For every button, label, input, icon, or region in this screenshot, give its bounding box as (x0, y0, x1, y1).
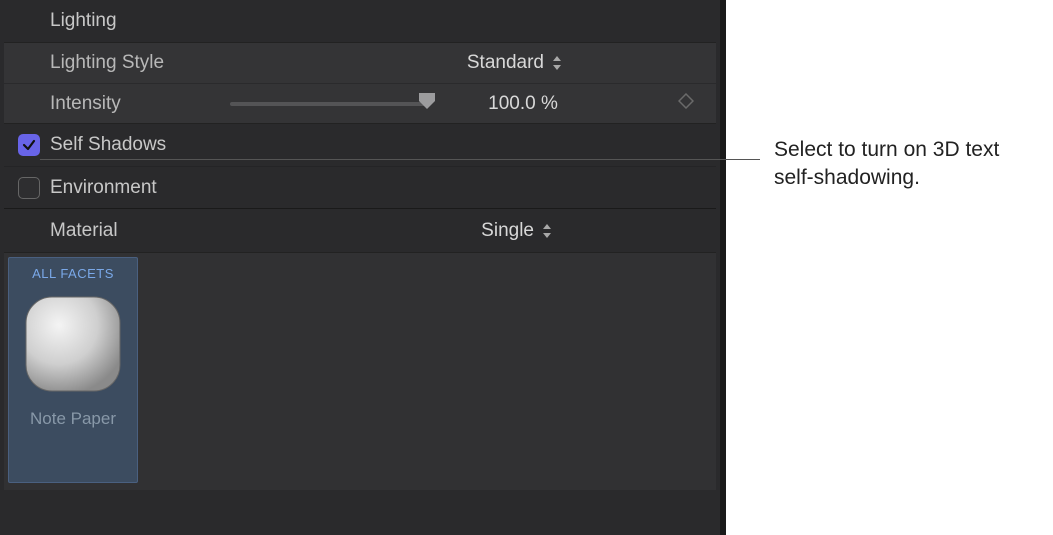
material-thumbnail-icon (20, 291, 126, 397)
popup-arrows-icon (552, 56, 562, 70)
material-mode-popup[interactable]: Single (118, 220, 702, 242)
intensity-row: Intensity 100.0 % (4, 83, 716, 123)
callout-leader-line (40, 159, 760, 160)
popup-arrows-icon (542, 224, 552, 238)
material-preset-name: Note Paper (30, 409, 116, 429)
lighting-style-label: Lighting Style (50, 52, 230, 74)
intensity-value[interactable]: 100.0 % (468, 93, 578, 115)
material-well: ALL FACETS Note Pap (4, 252, 716, 490)
self-shadows-label: Self Shadows (50, 134, 166, 156)
callout-text: Select to turn on 3D text self-shadowing… (774, 136, 1044, 193)
material-facet-card[interactable]: ALL FACETS Note Pap (8, 257, 138, 483)
inspector-panel: Lighting Lighting Style Standard Intensi… (0, 0, 726, 535)
intensity-label: Intensity (50, 93, 230, 115)
self-shadows-checkbox[interactable] (18, 134, 40, 156)
facet-header-label: ALL FACETS (32, 266, 114, 281)
section-label: Lighting (50, 10, 117, 31)
lighting-rows: Lighting Style Standard Intensity (4, 42, 716, 124)
material-mode-value: Single (481, 220, 534, 242)
lighting-style-value: Standard (467, 52, 544, 74)
lighting-section-header: Lighting (4, 0, 716, 42)
material-label: Material (50, 220, 118, 242)
lighting-style-row: Lighting Style Standard (4, 43, 716, 83)
keyframe-diamond-icon[interactable] (678, 93, 694, 115)
intensity-slider[interactable] (230, 102, 430, 106)
environment-row[interactable]: Environment (4, 166, 716, 208)
slider-thumb-icon[interactable] (418, 92, 436, 116)
lighting-style-popup[interactable]: Standard (230, 52, 702, 74)
environment-label: Environment (50, 177, 157, 199)
environment-checkbox[interactable] (18, 177, 40, 199)
material-section-header: Material Single (4, 208, 716, 252)
